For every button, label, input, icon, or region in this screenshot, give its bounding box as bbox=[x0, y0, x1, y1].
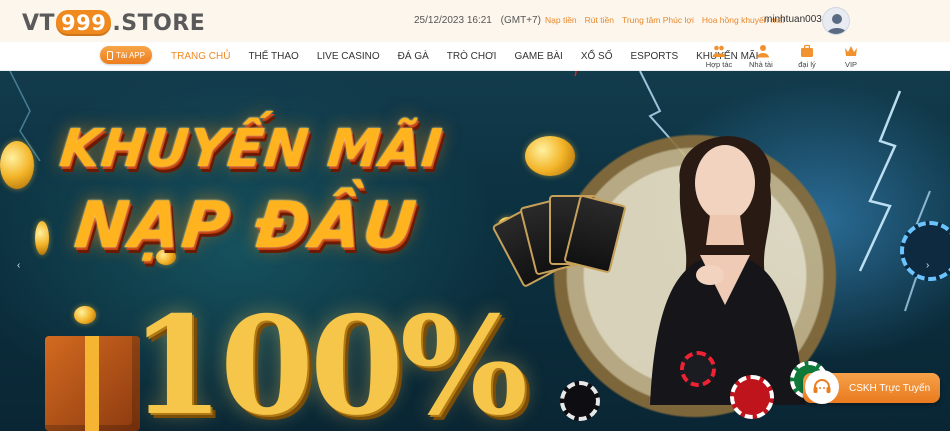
avatar[interactable] bbox=[822, 7, 850, 35]
casino-chip bbox=[680, 351, 716, 387]
crown-icon bbox=[845, 46, 857, 56]
banner-title-line2: NẠP ĐẦU bbox=[71, 189, 421, 263]
deposit-link[interactable]: Nạp tiền bbox=[545, 15, 577, 25]
phone-icon bbox=[107, 50, 114, 60]
customer-support-label: CSKH Trực Tuyến bbox=[849, 382, 931, 394]
partners-icon bbox=[712, 45, 726, 57]
agent-icon bbox=[801, 44, 813, 57]
download-app-label: Tải APP bbox=[116, 50, 145, 60]
partners-label: Hợp tác bbox=[705, 60, 733, 69]
page: VT 999 .STORE 25/12/2023 16:21 (GMT+7) N… bbox=[0, 0, 950, 431]
withdraw-link[interactable]: Rút tiền bbox=[585, 15, 614, 25]
agent-label: đại lý bbox=[798, 60, 816, 69]
nav-sports[interactable]: THỂ THAO bbox=[248, 51, 298, 62]
gold-coin bbox=[74, 306, 96, 324]
annotation-arrow bbox=[574, 71, 577, 76]
logo-badge: 999 bbox=[56, 10, 112, 36]
nav-menu: TRANG CHỦ THỂ THAO LIVE CASINO ĐÁ GÀ TRÒ… bbox=[171, 51, 758, 62]
username[interactable]: minhtuan003 bbox=[764, 14, 822, 25]
logo-prefix: VT bbox=[22, 10, 56, 36]
main-nav: Tải APP TRANG CHỦ THỂ THAO LIVE CASINO Đ… bbox=[0, 42, 950, 78]
nav-esports[interactable]: ESPORTS bbox=[631, 51, 679, 62]
slider-prev-button[interactable]: ‹ bbox=[17, 260, 20, 271]
site-logo[interactable]: VT 999 .STORE bbox=[22, 9, 205, 37]
account-links: Nạp tiền Rút tiền Trung tâm Phúc lợi Hoa… bbox=[545, 15, 785, 25]
top-bar: VT 999 .STORE 25/12/2023 16:21 (GMT+7) N… bbox=[0, 0, 950, 42]
nav-cockfight[interactable]: ĐÁ GÀ bbox=[398, 51, 429, 62]
customer-support-button[interactable]: CSKH Trực Tuyến bbox=[803, 370, 940, 404]
promo-banner[interactable]: KHUYẾN MÃI NẠP ĐẦU 100% ‹ › CSKH Trực Tu… bbox=[0, 71, 950, 431]
nav-home[interactable]: TRANG CHỦ bbox=[171, 51, 230, 62]
current-datetime: 25/12/2023 16:21 bbox=[414, 15, 492, 26]
banner-percent: 100% bbox=[130, 286, 528, 431]
user-icon bbox=[827, 14, 847, 34]
gold-coin bbox=[35, 221, 49, 255]
timezone: (GMT+7) bbox=[500, 15, 541, 26]
headset-icon bbox=[805, 370, 839, 404]
casino-chip bbox=[730, 375, 774, 419]
vip-label: VIP bbox=[844, 60, 858, 69]
download-app-button[interactable]: Tải APP bbox=[100, 46, 152, 64]
slider-next-button[interactable]: › bbox=[926, 260, 929, 271]
nav-card-games[interactable]: GAME BÀI bbox=[514, 51, 562, 62]
banner-title-line1: KHUYẾN MÃI bbox=[56, 119, 446, 179]
gold-coin bbox=[0, 141, 34, 189]
sponsor-icon bbox=[757, 45, 769, 58]
gift-box bbox=[45, 336, 140, 431]
casino-chip bbox=[560, 381, 600, 421]
welfare-center-link[interactable]: Trung tâm Phúc lợi bbox=[622, 15, 694, 25]
nav-games[interactable]: TRÒ CHƠI bbox=[447, 51, 497, 62]
datetime: 25/12/2023 16:21 (GMT+7) bbox=[414, 15, 541, 26]
nav-lottery[interactable]: XỔ SỐ bbox=[581, 51, 613, 62]
gold-coin bbox=[525, 136, 575, 176]
nav-live-casino[interactable]: LIVE CASINO bbox=[317, 51, 380, 62]
logo-suffix: .STORE bbox=[112, 10, 206, 36]
